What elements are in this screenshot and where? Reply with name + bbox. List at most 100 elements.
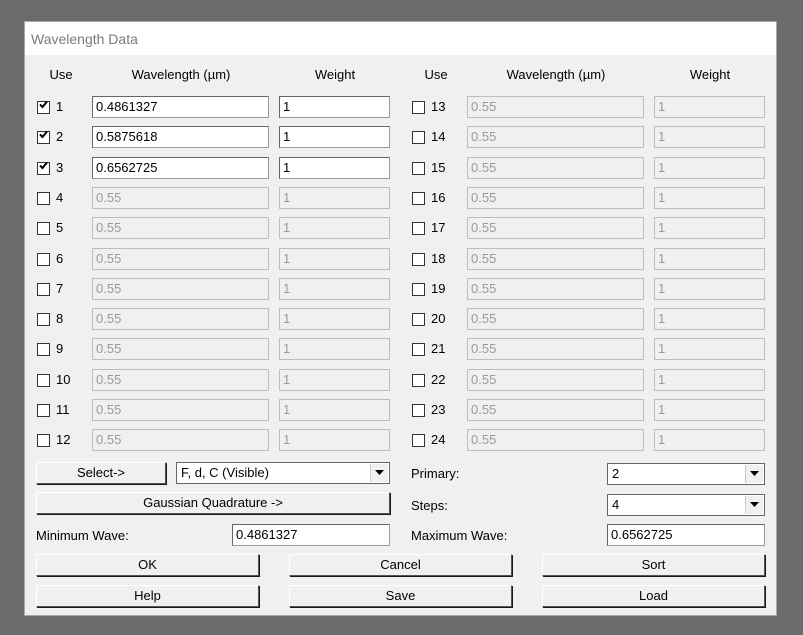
wavelength-field[interactable]: 0.55 xyxy=(92,278,269,300)
use-checkbox[interactable] xyxy=(37,283,50,296)
wavelength-field[interactable]: 0.5875618 xyxy=(92,126,269,148)
wavelength-row: 13 0.55 1 xyxy=(411,96,771,120)
weight-field[interactable]: 1 xyxy=(654,157,765,179)
select-preset-dropdown[interactable]: F, d, C (Visible) xyxy=(176,462,390,484)
use-checkbox[interactable] xyxy=(412,253,425,266)
weight-field[interactable]: 1 xyxy=(279,369,390,391)
use-checkbox[interactable] xyxy=(412,313,425,326)
weight-field[interactable]: 1 xyxy=(654,248,765,270)
use-checkbox[interactable] xyxy=(412,131,425,144)
wavelength-field[interactable]: 0.55 xyxy=(92,429,269,451)
primary-dropdown[interactable]: 2 xyxy=(607,463,765,485)
use-checkbox[interactable] xyxy=(37,130,50,144)
weight-field[interactable]: 1 xyxy=(279,338,390,360)
wavelength-field[interactable]: 0.55 xyxy=(92,399,269,421)
use-checkbox[interactable] xyxy=(37,161,50,175)
use-checkbox[interactable] xyxy=(412,283,425,296)
row-number: 24 xyxy=(431,432,446,447)
wavelength-field[interactable]: 0.4861327 xyxy=(92,96,269,118)
save-button[interactable]: Save xyxy=(289,585,512,607)
wavelength-field[interactable]: 0.55 xyxy=(92,217,269,239)
wavelength-field[interactable]: 0.55 xyxy=(467,217,644,239)
use-checkbox[interactable] xyxy=(412,222,425,235)
weight-field[interactable]: 1 xyxy=(279,217,390,239)
wavelength-field[interactable]: 0.55 xyxy=(92,338,269,360)
minimum-wave-field[interactable]: 0.4861327 xyxy=(232,524,390,546)
weight-field[interactable]: 1 xyxy=(654,399,765,421)
use-checkbox[interactable] xyxy=(37,434,50,447)
checkmark-icon xyxy=(38,281,49,292)
chevron-down-icon[interactable] xyxy=(745,465,763,483)
help-button[interactable]: Help xyxy=(36,585,259,607)
wavelength-field[interactable]: 0.55 xyxy=(467,278,644,300)
load-button[interactable]: Load xyxy=(542,585,765,607)
wavelength-row: 11 0.55 1 xyxy=(36,399,396,423)
wavelength-field[interactable]: 0.55 xyxy=(467,338,644,360)
use-checkbox[interactable] xyxy=(37,192,50,205)
checkmark-icon xyxy=(413,251,424,262)
checkmark-icon xyxy=(413,281,424,292)
wavelength-field[interactable]: 0.55 xyxy=(467,429,644,451)
use-checkbox[interactable] xyxy=(37,253,50,266)
wavelength-field[interactable]: 0.55 xyxy=(467,96,644,118)
weight-field[interactable]: 1 xyxy=(654,338,765,360)
weight-field[interactable]: 1 xyxy=(654,278,765,300)
weight-field[interactable]: 1 xyxy=(279,248,390,270)
weight-field[interactable]: 1 xyxy=(279,126,390,148)
wavelength-field[interactable]: 0.55 xyxy=(467,157,644,179)
wavelength-field[interactable]: 0.55 xyxy=(467,248,644,270)
select-button[interactable]: Select-> xyxy=(36,462,166,484)
row-number: 15 xyxy=(431,160,446,175)
weight-field[interactable]: 1 xyxy=(654,217,765,239)
wavelength-field[interactable]: 0.6562725 xyxy=(92,157,269,179)
weight-field[interactable]: 1 xyxy=(654,369,765,391)
cancel-button[interactable]: Cancel xyxy=(289,554,512,576)
use-checkbox[interactable] xyxy=(412,404,425,417)
wavelength-field[interactable]: 0.55 xyxy=(92,248,269,270)
weight-field[interactable]: 1 xyxy=(654,187,765,209)
weight-field[interactable]: 1 xyxy=(279,96,390,118)
use-checkbox[interactable] xyxy=(37,343,50,356)
weight-field[interactable]: 1 xyxy=(279,187,390,209)
wavelength-field[interactable]: 0.55 xyxy=(92,187,269,209)
use-checkbox[interactable] xyxy=(37,222,50,235)
ok-button[interactable]: OK xyxy=(36,554,259,576)
use-checkbox[interactable] xyxy=(412,343,425,356)
checkmark-icon xyxy=(413,190,424,201)
wavelength-field[interactable]: 0.55 xyxy=(92,369,269,391)
chevron-down-icon[interactable] xyxy=(370,464,388,482)
weight-field[interactable]: 1 xyxy=(279,429,390,451)
weight-field[interactable]: 1 xyxy=(279,399,390,421)
use-checkbox[interactable] xyxy=(412,192,425,205)
chevron-down-icon[interactable] xyxy=(745,496,763,514)
weight-field[interactable]: 1 xyxy=(279,308,390,330)
use-checkbox[interactable] xyxy=(412,374,425,387)
wavelength-field[interactable]: 0.55 xyxy=(467,399,644,421)
use-checkbox[interactable] xyxy=(412,101,425,114)
use-checkbox[interactable] xyxy=(37,374,50,387)
use-checkbox[interactable] xyxy=(412,162,425,175)
use-checkbox[interactable] xyxy=(412,434,425,447)
wavelength-field[interactable]: 0.55 xyxy=(467,308,644,330)
wavelength-field[interactable]: 0.55 xyxy=(92,308,269,330)
weight-field[interactable]: 1 xyxy=(279,278,390,300)
gaussian-quadrature-button[interactable]: Gaussian Quadrature -> xyxy=(36,492,390,514)
steps-dropdown[interactable]: 4 xyxy=(607,494,765,516)
weight-field[interactable]: 1 xyxy=(654,308,765,330)
use-checkbox[interactable] xyxy=(37,100,50,114)
weight-field[interactable]: 1 xyxy=(654,126,765,148)
wavelength-field[interactable]: 0.55 xyxy=(467,187,644,209)
weight-field[interactable]: 1 xyxy=(279,157,390,179)
use-checkbox[interactable] xyxy=(37,404,50,417)
weight-field[interactable]: 1 xyxy=(654,96,765,118)
sort-button[interactable]: Sort xyxy=(542,554,765,576)
wavelength-field[interactable]: 0.55 xyxy=(467,126,644,148)
wavelength-row: 18 0.55 1 xyxy=(411,248,771,272)
wavelength-field[interactable]: 0.55 xyxy=(467,369,644,391)
use-checkbox[interactable] xyxy=(37,313,50,326)
row-number: 22 xyxy=(431,372,446,387)
maximum-wave-field[interactable]: 0.6562725 xyxy=(607,524,765,546)
checkmark-icon xyxy=(38,190,49,201)
weight-field[interactable]: 1 xyxy=(654,429,765,451)
wavelength-row: 2 0.5875618 1 xyxy=(36,126,396,150)
